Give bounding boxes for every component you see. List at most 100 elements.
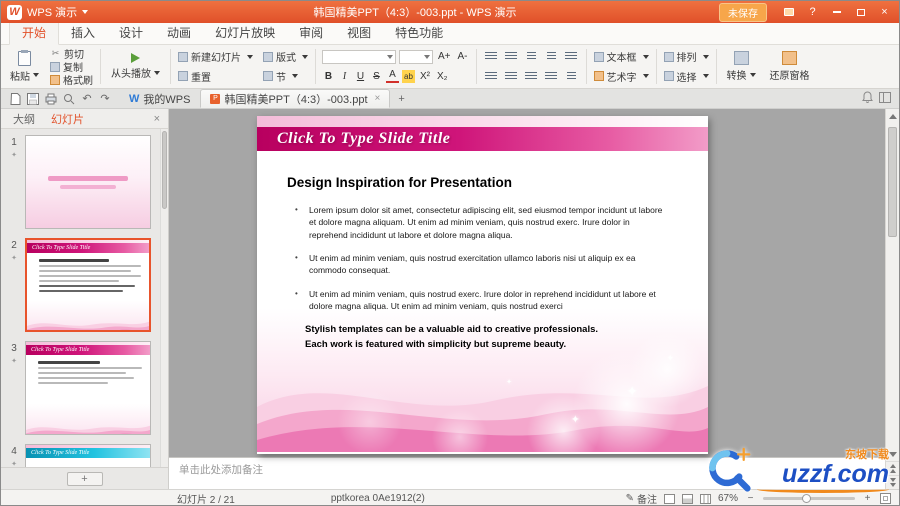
save-button[interactable] — [25, 91, 41, 106]
layout-panels-button[interactable] — [879, 91, 891, 106]
print-button[interactable] — [43, 91, 59, 106]
scrollbar-thumb[interactable] — [888, 127, 897, 237]
slideshow-view-button[interactable] — [699, 493, 711, 504]
tab-slides[interactable]: 幻灯片 — [51, 111, 84, 127]
unsaved-badge[interactable]: 未保存 — [719, 2, 767, 22]
zoom-percentage[interactable]: 67% — [718, 493, 738, 504]
slide-bullet-2[interactable]: • Ut enim ad minim veniam, quis nostrud e… — [295, 252, 670, 277]
font-size-select[interactable] — [399, 49, 433, 64]
thumb-2-preview[interactable]: Click To Type Slide Title — [25, 238, 151, 332]
numbered-list-button[interactable] — [503, 51, 520, 63]
vertical-scrollbar[interactable] — [885, 109, 899, 489]
align-right-button[interactable] — [523, 70, 540, 82]
decrease-indent-button[interactable] — [523, 51, 540, 63]
document-tab[interactable]: P 韩国精美PPT（4:3）-003.ppt × — [200, 89, 391, 108]
undo-button[interactable]: ↶ — [79, 91, 95, 106]
scrollbar-track[interactable] — [886, 123, 899, 447]
tab-outline[interactable]: 大纲 — [13, 111, 35, 127]
columns-button[interactable] — [563, 70, 580, 82]
line-spacing-button[interactable] — [563, 51, 580, 63]
preview-button[interactable] — [61, 91, 77, 106]
slide-bullet-3[interactable]: • Ut enim ad minim veniam, quis nostrud e… — [295, 288, 670, 313]
thumb-4-preview[interactable]: Click To Type Slide Title — [25, 444, 151, 467]
subscript-button[interactable]: X₂ — [435, 70, 450, 83]
app-brand[interactable]: WPS 演示 — [27, 4, 77, 20]
slide-body[interactable]: Design Inspiration for Presentation • Lor… — [257, 153, 708, 452]
home-tab-wps[interactable]: W 我的WPS — [119, 89, 200, 108]
scroll-up-button[interactable] — [886, 109, 899, 123]
tab-slideshow[interactable]: 幻灯片放映 — [203, 21, 287, 44]
tab-special-features[interactable]: 特色功能 — [383, 21, 455, 44]
maximize-button[interactable] — [850, 5, 871, 20]
underline-button[interactable]: U — [354, 70, 367, 83]
skin-button[interactable] — [778, 5, 799, 20]
slide-thumbnail-3[interactable]: 3 ✦ Click To Type Slide Title — [3, 341, 168, 435]
textbox-button[interactable]: 文本框 — [590, 50, 653, 64]
new-tab-button[interactable]: + — [390, 89, 412, 108]
wordart-button[interactable]: 艺术字 — [590, 70, 653, 84]
tab-view[interactable]: 视图 — [335, 21, 383, 44]
tab-insert[interactable]: 插入 — [59, 21, 107, 44]
convert-button[interactable]: 转换 — [720, 47, 763, 86]
strikethrough-button[interactable]: S — [370, 70, 383, 83]
tab-home[interactable]: 开始 — [9, 20, 60, 45]
panel-close-icon[interactable]: × — [154, 113, 160, 125]
format-painter-button[interactable]: 格式刷 — [46, 73, 97, 87]
arrange-button[interactable]: 排列 — [660, 50, 713, 64]
slide-sorter-view-button[interactable] — [681, 493, 693, 504]
bold-button[interactable]: B — [322, 70, 335, 83]
bullet-list-button[interactable] — [483, 51, 500, 63]
minimize-button[interactable] — [826, 5, 847, 20]
font-color-button[interactable]: A — [386, 70, 399, 83]
help-button[interactable]: ? — [802, 5, 823, 20]
normal-view-button[interactable] — [663, 493, 675, 504]
zoom-slider-knob[interactable] — [801, 493, 811, 503]
italic-button[interactable]: I — [338, 70, 351, 83]
slide-title-text[interactable]: Click To Type Slide Title — [277, 130, 450, 148]
slide-thumbnail-4[interactable]: 4 ✦ Click To Type Slide Title — [3, 444, 168, 467]
slide-thumbnail-2[interactable]: 2 ✦ Click To Type Slide Title — [3, 238, 168, 332]
brand-dropdown-icon[interactable] — [82, 10, 89, 14]
bell-button[interactable] — [862, 91, 873, 106]
close-button[interactable]: × — [874, 5, 895, 20]
layout-button[interactable]: 版式 — [259, 50, 312, 64]
select-button[interactable]: 选择 — [660, 70, 713, 84]
slide-title-bar[interactable]: Click To Type Slide Title — [257, 127, 708, 153]
fit-slide-button[interactable] — [880, 493, 891, 504]
justify-button[interactable] — [543, 70, 560, 82]
decrease-font-button[interactable]: A- — [456, 50, 470, 63]
slide-emphasis-block[interactable]: Stylish templates can be a valuable aid … — [305, 323, 670, 352]
tab-review[interactable]: 审阅 — [287, 21, 335, 44]
increase-font-button[interactable]: A+ — [436, 50, 453, 63]
slide-bullet-1[interactable]: • Lorem ipsum dolor sit amet, consectetur… — [295, 204, 670, 241]
thumb-1-preview[interactable] — [25, 135, 151, 229]
font-name-select[interactable] — [322, 49, 396, 64]
paste-button[interactable]: 粘贴 — [3, 47, 46, 86]
play-from-start-button[interactable]: 从头播放 — [104, 47, 167, 86]
zoom-slider[interactable] — [763, 493, 855, 503]
highlight-button[interactable]: ab — [402, 69, 415, 83]
add-slide-button[interactable]: + — [66, 471, 103, 486]
thumbnail-scrollbar-thumb[interactable] — [162, 131, 167, 209]
current-slide[interactable]: Click To Type Slide Title Design Inspira… — [257, 116, 708, 454]
slide-thumbnail-1[interactable]: 1 ✦ — [3, 135, 168, 229]
align-center-button[interactable] — [503, 70, 520, 82]
tab-animation[interactable]: 动画 — [155, 21, 203, 44]
tab-design[interactable]: 设计 — [107, 21, 155, 44]
thumb-3-preview[interactable]: Click To Type Slide Title — [25, 341, 151, 435]
notes-toggle-button[interactable]: ✎ 备注 — [626, 491, 657, 505]
new-document-button[interactable] — [7, 91, 23, 106]
section-button[interactable]: 节 — [259, 70, 312, 84]
align-left-button[interactable] — [483, 70, 500, 82]
document-tab-close-icon[interactable]: × — [375, 93, 381, 104]
slide-heading[interactable]: Design Inspiration for Presentation — [287, 175, 674, 190]
zoom-in-button[interactable]: + — [862, 493, 873, 504]
thumbnail-scrollbar[interactable] — [160, 129, 168, 467]
reset-button[interactable]: 重置 — [174, 70, 257, 84]
restore-pane-button[interactable]: 还原窗格 — [763, 47, 817, 86]
slide-canvas[interactable]: Click To Type Slide Title Design Inspira… — [169, 109, 885, 457]
increase-indent-button[interactable] — [543, 51, 560, 63]
zoom-out-button[interactable]: − — [745, 493, 756, 504]
superscript-button[interactable]: X² — [418, 70, 432, 83]
new-slide-button[interactable]: 新建幻灯片 — [174, 50, 257, 64]
